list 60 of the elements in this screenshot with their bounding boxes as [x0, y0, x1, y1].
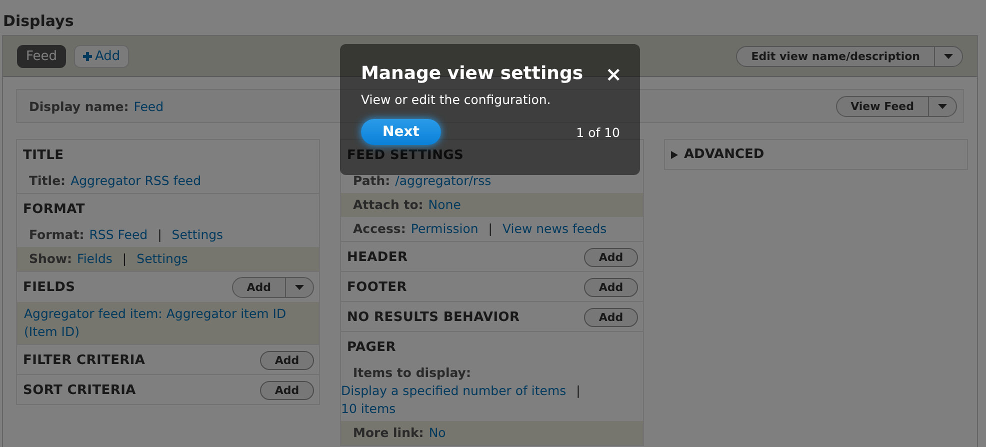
- setting-link[interactable]: Settings: [172, 226, 224, 244]
- view-feed-button[interactable]: View Feed: [836, 96, 957, 116]
- separator: |: [576, 382, 580, 400]
- setting-label: Title:: [29, 172, 66, 190]
- setting-label: Format:: [29, 226, 84, 244]
- caret-right-icon: [671, 150, 678, 158]
- edit-view-button[interactable]: Edit view name/description: [736, 46, 963, 66]
- setting-link[interactable]: Permission: [410, 220, 478, 238]
- separator: |: [488, 220, 492, 238]
- section-heading: TITLE: [23, 148, 64, 162]
- advanced-toggle[interactable]: ADVANCED: [664, 139, 968, 170]
- display-tab[interactable]: Feed: [17, 44, 66, 68]
- section-title: Displays: [2, 11, 75, 32]
- add-button[interactable]: Add: [260, 380, 314, 400]
- caret-icon: [295, 285, 304, 290]
- section-heading: FIELDS: [23, 280, 76, 295]
- add-button[interactable]: Add: [584, 308, 638, 326]
- view-feed-button-label[interactable]: View Feed: [836, 96, 928, 116]
- separator: |: [158, 226, 162, 244]
- setting-label: More link:: [353, 424, 424, 442]
- plus-icon: [83, 52, 92, 60]
- setting-label: Items to display:: [352, 364, 472, 382]
- next-button[interactable]: Next: [361, 119, 441, 145]
- caret-icon: [944, 54, 953, 58]
- setting-link[interactable]: RSS Feed: [89, 226, 148, 244]
- setting-link[interactable]: Aggregator RSS feed: [70, 172, 202, 190]
- add-button[interactable]: Add: [584, 248, 638, 266]
- setting-link[interactable]: Settings: [136, 250, 188, 268]
- setting-label: Attach to:: [353, 196, 424, 214]
- setting-label: Access:: [353, 220, 406, 238]
- caret-icon: [938, 104, 947, 108]
- separator: |: [122, 250, 127, 268]
- add-button-label[interactable]: Add: [232, 278, 285, 297]
- section-heading: HEADER: [347, 250, 408, 264]
- close-button[interactable]: ×: [605, 64, 622, 84]
- setting-link[interactable]: 10 items: [341, 400, 396, 418]
- setting-link[interactable]: Fields: [77, 250, 112, 268]
- display-name-link[interactable]: Feed: [134, 98, 164, 114]
- setting-link[interactable]: View news feeds: [502, 220, 607, 238]
- setting-link[interactable]: None: [428, 196, 461, 214]
- tour-title: Manage view settings: [361, 63, 584, 84]
- setting-link[interactable]: Display a specified number of items: [341, 382, 566, 400]
- add-button[interactable]: Add: [584, 278, 638, 296]
- setting-label: Path:: [353, 172, 390, 190]
- setting-link[interactable]: /aggregator/rss: [395, 172, 492, 190]
- setting-link[interactable]: No: [428, 424, 446, 442]
- add-button[interactable]: Add: [260, 350, 314, 370]
- section-heading: SORT CRITERIA: [23, 382, 136, 398]
- setting-label: Show:: [29, 250, 72, 268]
- edit-view-button-label[interactable]: Edit view name/description: [737, 46, 934, 66]
- section-heading: PAGER: [347, 340, 396, 354]
- section-heading: NO RESULTS BEHAVIOR: [347, 310, 520, 324]
- add-display-button[interactable]: Add: [74, 44, 130, 68]
- display-name-label: Display name:: [29, 98, 129, 114]
- section-heading: FILTER CRITERIA: [23, 352, 146, 368]
- section-heading: FOOTER: [347, 280, 407, 294]
- section-heading: FORMAT: [23, 202, 85, 216]
- tour-text: View or edit the configuration.: [361, 92, 552, 107]
- step-counter: 1 of 10: [576, 124, 620, 140]
- add-button[interactable]: Add: [232, 277, 314, 298]
